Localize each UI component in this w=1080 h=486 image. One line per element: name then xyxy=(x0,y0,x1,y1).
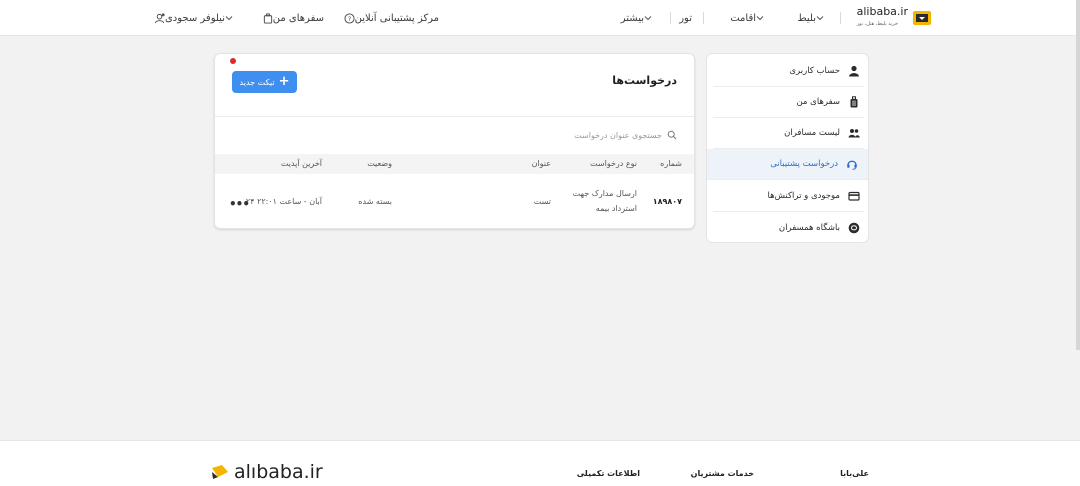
nav-divider xyxy=(703,12,704,24)
nav-divider xyxy=(670,12,671,24)
users-icon xyxy=(848,129,860,138)
search-input[interactable]: جستجوی عنوان درخواست xyxy=(574,128,677,142)
column-header-number: شماره xyxy=(660,159,682,168)
nav-divider xyxy=(840,12,841,24)
suitcase-icon xyxy=(263,12,272,24)
logo-subtitle: خرید بلیط، هتل، تور xyxy=(856,21,899,27)
request-type-line2: استرداد بیمه xyxy=(595,204,637,213)
support-center-link[interactable]: ? مرکز پشتیبانی آنلاین xyxy=(340,0,439,36)
svg-text:?: ? xyxy=(347,14,350,22)
nav-more-label: بیشتر xyxy=(620,12,644,24)
question-circle-icon: ? xyxy=(344,12,355,24)
alibaba-logo-icon xyxy=(212,465,228,479)
account-sidebar: حساب کاربری سفرهای من لیست مسافران درخوا… xyxy=(706,53,869,243)
chevron-down-icon xyxy=(225,16,233,21)
brand-logo[interactable]: alibaba.ir خرید بلیط، هتل، تور xyxy=(857,5,932,31)
request-type-line1: ارسال مدارک جهت xyxy=(572,189,637,198)
top-navbar: alibaba.ir خرید بلیط، هتل، تور بلیط اقام… xyxy=(0,0,1080,36)
table-header: شماره نوع درخواست عنوان وضعیت آخرین آپدی… xyxy=(215,154,694,174)
sidebar-item-label: درخواست پشتیبانی xyxy=(770,159,838,169)
headset-icon xyxy=(847,160,857,170)
column-header-type: نوع درخواست xyxy=(590,159,637,168)
my-trips-label: سفرهای من xyxy=(272,12,324,24)
support-center-label: مرکز پشتیبانی آنلاین xyxy=(354,12,439,24)
footer-logo-text: alıbaba.ir xyxy=(234,461,323,483)
chevron-down-icon xyxy=(816,16,824,21)
club-icon xyxy=(848,222,860,233)
requests-card: درخواست‌ها + تیکت جدید جستجوی عنوان درخو… xyxy=(214,53,695,229)
logo-wordmark: alibaba.ir خرید بلیط، هتل، تور xyxy=(857,6,908,30)
request-title: تست xyxy=(533,197,551,206)
footer: علی‌بابا خدمات مشتریان اطلاعات تکمیلی al… xyxy=(0,440,1080,486)
sidebar-item-support[interactable]: درخواست پشتیبانی xyxy=(707,149,868,180)
sidebar-item-account[interactable]: حساب کاربری xyxy=(713,56,864,87)
new-ticket-label: تیکت جدید xyxy=(239,77,275,87)
search-placeholder: جستجوی عنوان درخواست xyxy=(574,130,662,140)
new-ticket-button[interactable]: + تیکت جدید xyxy=(232,71,297,93)
user-icon xyxy=(154,12,165,23)
column-header-status: وضعیت xyxy=(367,159,392,168)
wallet-icon xyxy=(848,191,860,201)
suitcase-icon xyxy=(850,96,858,108)
sidebar-item-my-trips[interactable]: سفرهای من xyxy=(713,87,864,118)
nav-more[interactable]: بیشتر xyxy=(621,0,658,36)
plus-icon: + xyxy=(278,74,290,89)
nav-ticket-label: بلیط xyxy=(797,12,816,24)
column-header-updated: آخرین آپدیت xyxy=(280,159,322,168)
sidebar-item-label: باشگاه همسفران xyxy=(778,222,840,233)
footer-heading-more-info: اطلاعات تکمیلی xyxy=(576,469,640,478)
notification-dot xyxy=(230,58,236,64)
user-icon xyxy=(849,65,859,77)
user-menu[interactable]: نیلوفر سجودی xyxy=(150,0,239,36)
sidebar-item-label: موجودی و تراکنش‌ها xyxy=(767,191,840,201)
logo-text: alibaba.ir xyxy=(856,5,908,18)
footer-heading-customer-service: خدمات مشتریان xyxy=(690,469,754,478)
page-scrollbar[interactable] xyxy=(1076,0,1080,350)
alibaba-logo-icon xyxy=(913,11,931,25)
status-badge: بسته شده xyxy=(358,197,392,206)
sidebar-item-passengers[interactable]: لیست مسافران xyxy=(713,118,864,149)
my-trips-link[interactable]: سفرهای من xyxy=(259,0,324,36)
sidebar-item-label: حساب کاربری xyxy=(789,66,840,76)
card-divider xyxy=(215,116,694,117)
page-title: درخواست‌ها xyxy=(612,74,677,87)
chevron-down-icon xyxy=(756,16,764,21)
nav-ticket[interactable]: بلیط xyxy=(797,0,830,36)
user-name: نیلوفر سجودی xyxy=(164,12,225,24)
chevron-down-icon xyxy=(644,16,652,21)
nav-tour-label: تور xyxy=(679,12,692,24)
footer-logo[interactable]: alıbaba.ir xyxy=(210,461,323,483)
footer-heading-alibaba: علی‌بابا xyxy=(840,469,869,478)
request-number: ۱۸۹۸۰۷ xyxy=(652,197,682,206)
request-updated: ۲۴ آبان - ساعت ۲۲:۰۱ xyxy=(245,197,322,206)
sidebar-item-label: لیست مسافران xyxy=(784,128,840,138)
nav-tour[interactable]: تور xyxy=(679,0,692,36)
search-icon xyxy=(667,130,677,140)
sidebar-item-label: سفرهای من xyxy=(796,97,840,107)
nav-stay-label: اقامت xyxy=(730,12,756,24)
more-options-icon[interactable]: ••• xyxy=(229,197,250,211)
sidebar-item-wallet[interactable]: موجودی و تراکنش‌ها xyxy=(713,181,864,212)
column-header-title: عنوان xyxy=(531,159,551,168)
nav-stay[interactable]: اقامت xyxy=(730,0,770,36)
sidebar-item-club[interactable]: باشگاه همسفران xyxy=(713,212,864,242)
